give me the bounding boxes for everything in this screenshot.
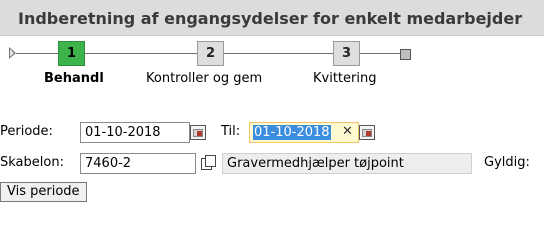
til-input-value: 01-10-2018 xyxy=(253,125,331,140)
wizard-start-marker xyxy=(9,47,16,59)
wizard-end-marker xyxy=(400,49,411,60)
page-title: Indberetning af engangsydelser for enkel… xyxy=(18,9,523,28)
vis-periode-button[interactable]: Vis periode xyxy=(0,182,87,202)
wizard-step-1[interactable]: 1 xyxy=(58,41,85,66)
skabelon-label: Skabelon: xyxy=(0,155,64,170)
wizard-connector xyxy=(360,53,401,54)
title-bar: Indberetning af engangsydelser for enkel… xyxy=(0,0,544,36)
gyldig-label: Gyldig: xyxy=(484,155,530,170)
til-label: Til: xyxy=(221,124,241,139)
periode-label: Periode: xyxy=(0,124,53,139)
wizard-connector xyxy=(85,53,197,54)
clear-icon[interactable]: ✕ xyxy=(342,124,353,139)
calendar-icon[interactable] xyxy=(190,125,206,140)
periode-input[interactable]: 01-10-2018 xyxy=(80,122,190,143)
skabelon-description: Gravermedhjælper tøjpoint xyxy=(222,153,472,174)
wizard-step-1-label: Behandl xyxy=(44,71,104,86)
wizard-step-3-label: Kvittering xyxy=(313,71,377,86)
wizard-connector xyxy=(224,53,333,54)
wizard-step-2[interactable]: 2 xyxy=(197,41,224,66)
wizard-step-3[interactable]: 3 xyxy=(333,41,360,66)
wizard-connector xyxy=(16,53,58,54)
calendar-icon[interactable] xyxy=(359,125,375,140)
wizard-step-2-label: Kontroller og gem xyxy=(146,71,263,86)
copy-icon[interactable] xyxy=(201,155,216,170)
skabelon-input[interactable]: 7460-2 xyxy=(80,153,196,174)
